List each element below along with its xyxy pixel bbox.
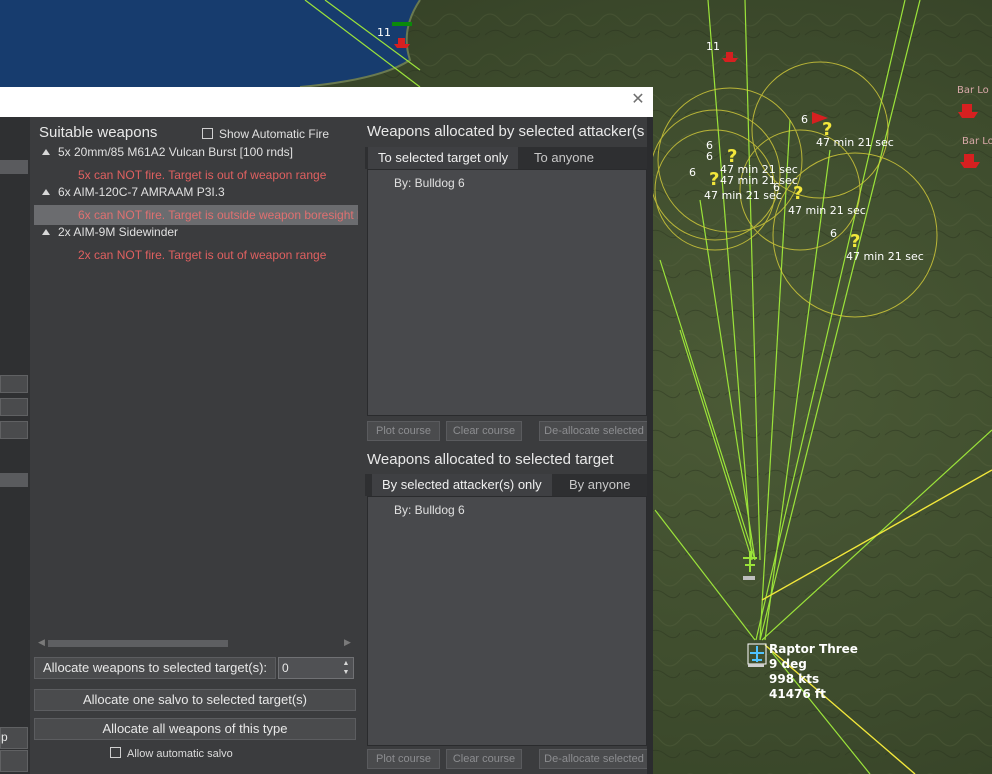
suitable-weapons-title: Suitable weapons: [39, 124, 158, 141]
expand-triangle-icon[interactable]: [42, 149, 50, 155]
by-attacker-tabs: To selected target only To anyone: [365, 147, 648, 169]
plot-course-button[interactable]: Plot course: [367, 421, 440, 441]
checkbox-box: [110, 747, 121, 758]
deallocate-selected-button[interactable]: De-allocate selected: [539, 421, 649, 441]
suitable-weapons-panel: Suitable weapons Show Automatic Fire 5x …: [34, 117, 358, 774]
scrollbar-thumb[interactable]: [48, 640, 228, 647]
left-stub-button[interactable]: [0, 421, 28, 439]
svg-text:?: ?: [850, 231, 860, 252]
map-label-unit: 11: [706, 40, 720, 53]
tab-to-selected-target[interactable]: To selected target only: [368, 147, 519, 169]
contact-time: 47 min 21 sec: [816, 136, 894, 149]
contact-label: 6: [706, 150, 713, 163]
contact-label: 6: [773, 181, 780, 194]
checkbox-box: [202, 128, 213, 139]
left-stub-button[interactable]: p: [0, 727, 28, 749]
left-side-panel: p: [0, 117, 30, 774]
list-item[interactable]: By: Bulldog 6: [394, 503, 465, 517]
contact-time: 47 min 21 sec: [704, 189, 782, 202]
scroll-right-icon[interactable]: ▶: [344, 637, 351, 648]
tab-to-anyone[interactable]: To anyone: [524, 147, 604, 169]
clear-course-button[interactable]: Clear course: [446, 749, 522, 769]
dialog-titlebar[interactable]: ✕: [0, 87, 653, 117]
scroll-left-icon[interactable]: ◀: [38, 637, 45, 648]
own-unit-speed: 998 kts: [769, 672, 820, 686]
weapon-allocation-dialog: ✕ p Suitable weapons Show Automatic Fire…: [0, 87, 653, 774]
own-unit-altitude: 41476 ft: [769, 687, 826, 701]
contact-time: 47 min 21 sec: [846, 250, 924, 263]
unit-health-bar: [392, 22, 412, 26]
weapon-name: 2x AIM-9M Sidewinder: [58, 225, 179, 239]
tab-by-anyone[interactable]: By anyone: [559, 474, 640, 496]
contact-label: 6: [689, 166, 696, 179]
allocate-one-salvo-button[interactable]: Allocate one salvo to selected target(s): [34, 689, 356, 711]
left-stub-button[interactable]: [0, 750, 28, 772]
allocate-weapons-label: Allocate weapons to selected target(s):: [34, 657, 276, 679]
sea-area: [0, 0, 420, 87]
weapon-name: 6x AIM-120C-7 AMRAAM P3I.3: [58, 185, 225, 199]
plot-course-button[interactable]: Plot course: [367, 749, 440, 769]
left-stub-button[interactable]: [0, 375, 28, 393]
expand-triangle-icon[interactable]: [42, 229, 50, 235]
map-label-unit: 11: [377, 26, 391, 39]
allocated-to-target-title: Weapons allocated to selected target: [367, 451, 614, 468]
contact-time: 47 min 21 sec: [720, 174, 798, 187]
allocate-quantity-value: 0: [282, 661, 289, 675]
contact-label: 6: [830, 227, 837, 240]
expand-triangle-icon[interactable]: [42, 189, 50, 195]
svg-text:?: ?: [709, 169, 719, 190]
map-label-unit: Bar Lo: [957, 85, 989, 96]
weapon-error-row[interactable]: 5x can NOT fire. Target is out of weapon…: [34, 165, 354, 185]
weapon-name: 5x 20mm/85 M61A2 Vulcan Burst [100 rnds]: [58, 145, 294, 159]
map-label-unit: Bar Lo: [962, 136, 992, 147]
to-target-list[interactable]: By: Bulldog 6: [367, 496, 647, 746]
deallocate-selected-button[interactable]: De-allocate selected: [539, 749, 649, 769]
weapon-error-row-selected[interactable]: 6x can NOT fire. Target is outside weapo…: [34, 205, 358, 225]
weapon-row[interactable]: 2x AIM-9M Sidewinder: [34, 225, 358, 245]
left-stub-label: p: [1, 730, 8, 744]
weapon-row[interactable]: 6x AIM-120C-7 AMRAAM P3I.3: [34, 185, 358, 205]
close-icon[interactable]: ✕: [631, 92, 645, 108]
allocate-all-weapons-button[interactable]: Allocate all weapons of this type: [34, 718, 356, 740]
list-item[interactable]: By: Bulldog 6: [394, 176, 465, 190]
allocate-quantity-stepper[interactable]: 0 ▲ ▼: [278, 657, 354, 679]
stepper-down-icon[interactable]: ▼: [341, 668, 351, 677]
stepper-up-icon[interactable]: ▲: [341, 659, 351, 668]
left-stub-button[interactable]: [0, 398, 28, 416]
show-automatic-fire-checkbox[interactable]: Show Automatic Fire: [202, 127, 329, 141]
allow-automatic-salvo-checkbox[interactable]: Allow automatic salvo: [110, 747, 233, 760]
allocated-by-attacker-title: Weapons allocated by selected attacker(s: [367, 123, 645, 140]
own-unit-name: Raptor Three: [769, 642, 858, 656]
tab-by-selected-attacker[interactable]: By selected attacker(s) only: [372, 474, 552, 496]
clear-course-button[interactable]: Clear course: [446, 421, 522, 441]
by-attacker-list[interactable]: By: Bulldog 6: [367, 169, 647, 416]
left-stub-highlight: [0, 473, 28, 487]
contact-time: 47 min 21 sec: [788, 204, 866, 217]
to-target-tabs: By selected attacker(s) only By anyone: [365, 474, 648, 496]
contact-label: 6: [801, 113, 808, 126]
left-stub-highlight: [0, 160, 28, 174]
panel-divider: [647, 117, 653, 774]
own-unit-heading: 9 deg: [769, 657, 807, 671]
weapon-row[interactable]: 5x 20mm/85 M61A2 Vulcan Burst [100 rnds]: [34, 145, 358, 165]
show-automatic-fire-label: Show Automatic Fire: [219, 127, 330, 141]
allow-automatic-salvo-label: Allow automatic salvo: [127, 748, 233, 760]
horizontal-scrollbar[interactable]: ◀ ▶: [34, 637, 352, 647]
weapon-error-row[interactable]: 2x can NOT fire. Target is out of weapon…: [34, 245, 354, 265]
